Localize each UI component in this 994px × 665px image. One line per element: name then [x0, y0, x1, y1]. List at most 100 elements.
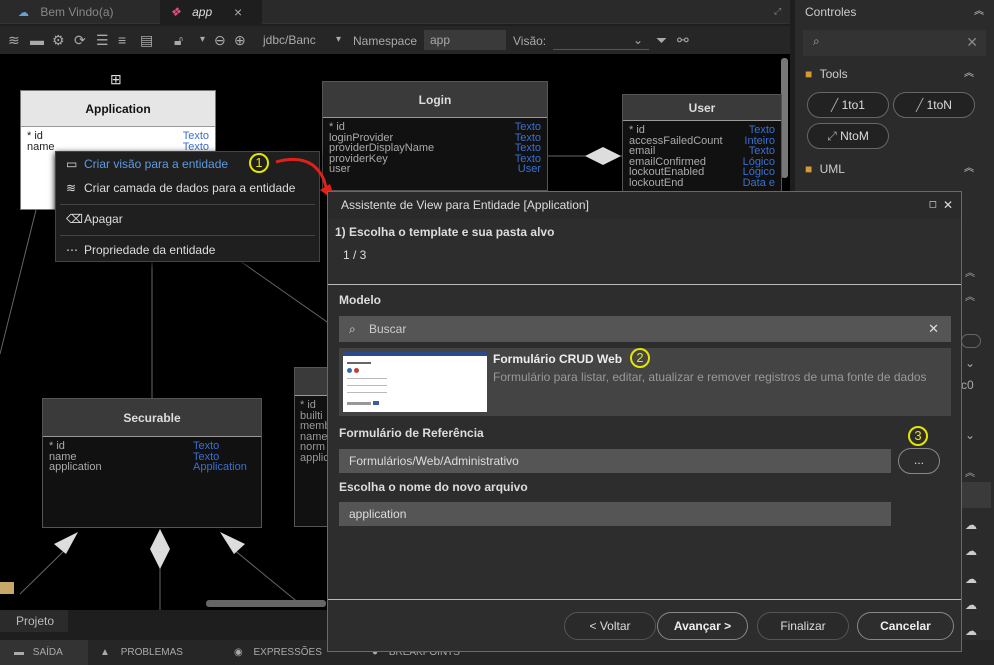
- entity-title: Application: [21, 91, 215, 127]
- datasource-select[interactable]: jdbc/Banc ▾: [257, 30, 345, 50]
- field-name: * id: [300, 399, 316, 411]
- tool-1ton[interactable]: ╱ 1toN: [893, 92, 975, 118]
- entity-user[interactable]: User * id Texto accessFailedCount Inteiro …: [622, 94, 782, 194]
- collapse-icon[interactable]: ︽: [965, 464, 975, 479]
- collapse-icon[interactable]: ︽: [964, 157, 974, 181]
- layers-icon[interactable]: ≋: [8, 32, 20, 49]
- tab-problemas[interactable]: ▲ PROBLEMAS: [100, 640, 183, 665]
- panel-input[interactable]: [961, 482, 991, 508]
- dialog-titlebar: Assistente de View para Entidade [Applic…: [328, 192, 961, 218]
- table-icon[interactable]: ▬: [30, 32, 44, 48]
- maximize-icon[interactable]: ◻: [929, 192, 937, 218]
- visao-select[interactable]: ⌄: [553, 30, 649, 50]
- entity-field: user User: [329, 164, 541, 175]
- field-type: Lógico: [742, 166, 775, 178]
- controls-header: Controles ︽: [795, 0, 994, 24]
- field-type: Texto: [514, 121, 541, 133]
- chevron-down-icon[interactable]: ▾: [200, 34, 205, 45]
- tab-welcome[interactable]: ☁ Bem Vindo(a): [8, 0, 158, 24]
- dialog-title: Assistente de View para Entidade [Applic…: [341, 198, 589, 212]
- collapse-icon[interactable]: ︽: [964, 62, 974, 86]
- menu-item-properties[interactable]: ⋯ Propriedade da entidade: [56, 238, 319, 262]
- tab-label: EXPRESSÕES: [253, 647, 322, 658]
- tab-saida[interactable]: ▬ SAÍDA: [0, 640, 88, 665]
- entity-title: Login: [323, 82, 547, 118]
- cloud-download-icon[interactable]: ☁: [965, 544, 977, 558]
- window-icon: ▭: [66, 157, 78, 171]
- eye-icon: ◉: [234, 647, 243, 658]
- collapse-icon[interactable]: ︽: [974, 0, 984, 24]
- menu-item-delete[interactable]: ⌫ Apagar: [56, 207, 319, 231]
- tab-app[interactable]: ❖ app ×: [160, 0, 262, 24]
- maximize-icon[interactable]: ⤢: [774, 6, 781, 17]
- folder-icon: ■: [805, 67, 813, 81]
- eraser-icon: ⌫: [66, 212, 83, 226]
- field-name: * id: [49, 440, 65, 452]
- binoculars-icon[interactable]: ⚯: [677, 32, 689, 49]
- cloud-download-icon[interactable]: ☁: [965, 518, 977, 532]
- field-type: Application: [193, 461, 247, 473]
- field-name: norm: [300, 441, 326, 453]
- close-icon[interactable]: ✕: [943, 192, 953, 218]
- folder-icon: ■: [805, 162, 813, 176]
- export-icon[interactable]: ▤: [140, 32, 153, 49]
- warning-icon: ▲: [100, 647, 110, 658]
- menu-item-label: Apagar: [84, 212, 123, 226]
- field-type: Data e: [742, 176, 775, 189]
- zoom-out-icon[interactable]: ⊖: [214, 32, 226, 49]
- collapse-icon[interactable]: ︽: [965, 264, 975, 279]
- list-icon[interactable]: ☰: [96, 32, 109, 49]
- namespace-input[interactable]: app: [424, 30, 506, 50]
- line-icon: ⤢: [827, 129, 837, 143]
- tool-1to1[interactable]: ╱ 1to1: [807, 92, 889, 118]
- finish-button[interactable]: Finalizar: [757, 612, 849, 640]
- tab-close-icon[interactable]: ×: [234, 0, 242, 24]
- refresh-icon[interactable]: ⟳: [74, 32, 86, 49]
- section-label: UML: [819, 162, 845, 176]
- modelo-label: Modelo: [339, 293, 381, 307]
- gear-icon[interactable]: ⚙: [52, 32, 65, 49]
- toggle-pill[interactable]: [961, 334, 981, 348]
- tools-section-header[interactable]: ■ Tools ︽: [795, 62, 994, 86]
- tool-ntom[interactable]: ⤢ NtoM: [807, 123, 889, 149]
- template-description: Formulário para listar, editar, atualiza…: [493, 370, 927, 384]
- divider: [328, 284, 961, 285]
- filter-icon[interactable]: ⏷: [656, 32, 667, 49]
- clear-icon[interactable]: ✕: [928, 316, 939, 342]
- entity-field: email Texto: [629, 146, 775, 157]
- cloud-download-icon[interactable]: ☁: [965, 572, 977, 586]
- chevron-down-icon[interactable]: ⌄: [965, 428, 975, 442]
- entity-field: * id Texto: [27, 131, 209, 142]
- step-counter: 1 / 3: [343, 248, 367, 262]
- clear-icon[interactable]: ✕: [966, 34, 978, 51]
- uml-section-header[interactable]: ■ UML ︽: [795, 157, 994, 181]
- datasource-value: jdbc/Banc: [263, 33, 316, 47]
- panel-title: Controles: [805, 5, 857, 19]
- chevron-down-icon[interactable]: ⌄: [965, 356, 975, 370]
- browse-button[interactable]: ...: [898, 448, 940, 474]
- ref-form-input[interactable]: Formulários/Web/Administrativo: [339, 449, 891, 473]
- tab-projeto[interactable]: Projeto: [0, 610, 68, 632]
- collapse-icon[interactable]: ︽: [965, 288, 975, 303]
- line-icon: ╱: [831, 98, 839, 112]
- tab-expressoes[interactable]: ◉ EXPRESSÕES: [234, 640, 322, 665]
- align-icon[interactable]: ≡: [118, 32, 126, 48]
- step-badge-1: 1: [249, 153, 269, 173]
- lock-icon[interactable]: 🔓︎: [174, 32, 183, 49]
- back-button[interactable]: < Voltar: [564, 612, 656, 640]
- field-type: Texto: [748, 145, 775, 157]
- controls-search-input[interactable]: ⌕ ✕: [803, 30, 986, 56]
- file-name-input[interactable]: application: [339, 502, 891, 526]
- template-search-input[interactable]: ⌕ Buscar ✕: [339, 316, 951, 342]
- cancel-button[interactable]: Cancelar: [857, 612, 954, 640]
- entity-title: Securable: [43, 399, 261, 437]
- entity-login[interactable]: Login * id Texto loginProvider Texto provi…: [322, 81, 548, 191]
- entity-securable[interactable]: Securable * id Texto name Texto applicatio…: [42, 398, 262, 528]
- tool-label: 1to1: [841, 98, 865, 112]
- zoom-in-icon[interactable]: ⊕: [234, 32, 246, 49]
- entity-field: providerKey Texto: [329, 153, 541, 165]
- entity-field: application Application: [49, 462, 255, 473]
- next-button[interactable]: Avançar >: [657, 612, 748, 640]
- field-name: * id: [629, 124, 645, 136]
- add-icon[interactable]: ⊞: [110, 71, 122, 88]
